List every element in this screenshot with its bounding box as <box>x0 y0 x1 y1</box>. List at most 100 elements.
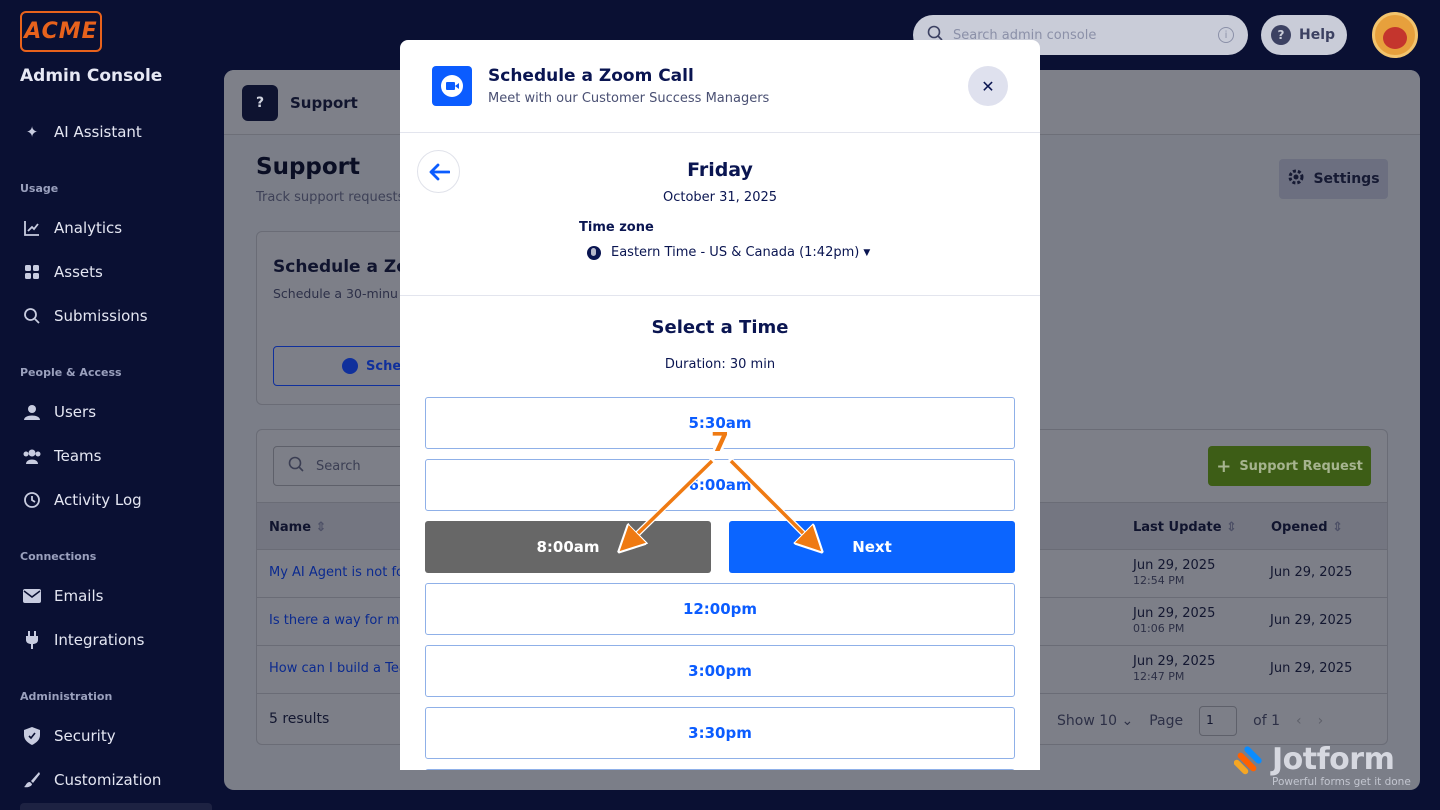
chart-line-icon <box>22 218 42 238</box>
sidebar-item-customization[interactable]: Customization <box>22 768 161 792</box>
support-request-label: Support Request <box>1239 458 1363 474</box>
page-of-label: of 1 <box>1253 713 1280 729</box>
timezone-value: Eastern Time - US & Canada (1:42pm) <box>611 245 860 260</box>
time-slot-partial[interactable] <box>425 769 1015 770</box>
brush-icon <box>22 770 42 790</box>
mail-icon <box>22 586 42 606</box>
plug-icon <box>22 630 42 650</box>
select-time-title: Select a Time <box>651 317 789 338</box>
row-last-update: Jun 29, 2025 12:47 PM <box>1133 654 1216 683</box>
column-header-name[interactable]: Name ⇕ <box>269 520 326 535</box>
sidebar-item-users[interactable]: Users <box>22 400 96 424</box>
next-button[interactable]: Next <box>729 521 1015 573</box>
modal-title: Schedule a Zoom Call <box>488 66 694 86</box>
sidebar-item-emails[interactable]: Emails <box>22 584 103 608</box>
sidebar-item-label: Emails <box>54 587 104 605</box>
results-count: 5 results <box>269 711 330 727</box>
sidebar: ACME Admin Console ✦ AI Assistant Usage … <box>0 0 224 810</box>
acme-logo[interactable]: ACME <box>20 11 102 52</box>
jotform-watermark: Jotform Powerful forms get it done <box>1232 742 1412 792</box>
sidebar-item-label: Integrations <box>54 631 145 649</box>
selected-day: Friday <box>687 159 753 181</box>
sidebar-item-label: Security <box>54 727 116 745</box>
support-icon: ? <box>242 85 278 121</box>
time-slot[interactable]: 3:30pm <box>425 707 1015 759</box>
timezone-select[interactable]: Eastern Time - US & Canada (1:42pm) ▼ <box>587 245 870 260</box>
header-label: Support <box>290 94 358 112</box>
next-page-icon[interactable]: › <box>1318 713 1324 729</box>
settings-label: Settings <box>1313 171 1380 187</box>
sidebar-item-submissions[interactable]: Submissions <box>22 304 148 328</box>
sidebar-item-activity-log[interactable]: Activity Log <box>22 488 142 512</box>
close-button[interactable]: ✕ <box>968 66 1008 106</box>
page-size-select[interactable]: Show 10 ⌄ <box>1057 713 1133 729</box>
schedule-zoom-modal: Schedule a Zoom Call Meet with our Custo… <box>400 40 1040 770</box>
sidebar-section-title: Connections <box>20 550 97 563</box>
sidebar-section-title: People & Access <box>20 366 122 379</box>
sidebar-item-label: Users <box>54 403 97 421</box>
grid-icon <box>22 262 42 282</box>
jotform-tagline: Powerful forms get it done <box>1272 776 1411 788</box>
sidebar-item-security[interactable]: Security <box>22 724 116 748</box>
time-slot[interactable]: 6:00am <box>425 459 1015 511</box>
sidebar-bottom-strip <box>20 803 212 810</box>
row-name-link[interactable]: How can I build a Tea <box>269 661 407 676</box>
page-title: Support <box>256 154 361 180</box>
info-icon[interactable]: i <box>1218 27 1234 43</box>
help-button[interactable]: ? Help <box>1261 15 1347 55</box>
page-number-input[interactable]: 1 <box>1199 706 1238 736</box>
sparkle-icon: ✦ <box>25 123 39 141</box>
caret-down-icon: ▼ <box>863 247 871 258</box>
zoom-icon <box>342 358 358 374</box>
sidebar-section-title: Usage <box>20 182 59 195</box>
sidebar-section-title: Administration <box>20 690 113 703</box>
settings-button[interactable]: Settings <box>1279 159 1388 199</box>
sidebar-item-label: Assets <box>54 263 103 281</box>
row-name-link[interactable]: Is there a way for me <box>269 613 407 628</box>
duration-text: Duration: 30 min <box>664 357 776 372</box>
row-last-update: Jun 29, 2025 01:06 PM <box>1133 606 1216 635</box>
sidebar-item-label: Submissions <box>54 307 148 325</box>
sidebar-item-integrations[interactable]: Integrations <box>22 628 144 652</box>
help-label: Help <box>1299 27 1336 43</box>
row-name-link[interactable]: My AI Agent is not fo <box>269 565 404 580</box>
page-subtitle: Track support requests <box>256 190 405 205</box>
timezone-label: Time zone <box>579 220 654 235</box>
sidebar-item-label: Activity Log <box>54 491 142 509</box>
avatar[interactable] <box>1372 12 1418 58</box>
page-label: Page <box>1149 713 1184 729</box>
zoom-logo-icon <box>432 66 472 106</box>
selected-time-slot[interactable]: 8:00am <box>425 521 711 573</box>
sidebar-item-assets[interactable]: Assets <box>22 260 103 284</box>
sidebar-item-teams[interactable]: Teams <box>22 444 101 468</box>
gear-icon <box>1287 168 1305 190</box>
divider <box>400 295 1040 296</box>
time-slot[interactable]: 3:00pm <box>425 645 1015 697</box>
modal-subtitle: Meet with our Customer Success Managers <box>488 91 770 106</box>
row-last-update: Jun 29, 2025 12:54 PM <box>1133 558 1216 587</box>
sidebar-item-analytics[interactable]: Analytics <box>22 216 122 240</box>
prev-page-icon[interactable]: ‹ <box>1296 713 1302 729</box>
search-icon <box>22 306 42 326</box>
row-opened: Jun 29, 2025 <box>1270 565 1353 580</box>
column-header-last-update[interactable]: Last Update ⇕ <box>1133 520 1237 535</box>
console-title: Admin Console <box>20 66 163 86</box>
selected-date: October 31, 2025 <box>662 190 778 205</box>
sidebar-item-label: Analytics <box>54 219 123 237</box>
modal-header: Schedule a Zoom Call Meet with our Custo… <box>400 40 1040 133</box>
globe-icon <box>587 245 601 260</box>
question-icon: ? <box>1271 25 1291 45</box>
time-slot[interactable]: 12:00pm <box>425 583 1015 635</box>
row-opened: Jun 29, 2025 <box>1270 613 1353 628</box>
search-icon <box>288 456 304 476</box>
support-request-button[interactable]: + Support Request <box>1208 446 1371 486</box>
schedule-button-label: Sche <box>366 358 402 374</box>
shield-icon <box>22 726 42 746</box>
sidebar-item-label: Teams <box>54 447 102 465</box>
user-icon <box>22 402 42 422</box>
close-icon: ✕ <box>981 76 995 96</box>
column-header-opened[interactable]: Opened ⇕ <box>1271 520 1343 535</box>
users-icon <box>22 446 42 466</box>
sidebar-item-ai-assistant[interactable]: ✦ AI Assistant <box>22 120 142 144</box>
zoom-card-title: Schedule a Zoo <box>273 257 420 277</box>
